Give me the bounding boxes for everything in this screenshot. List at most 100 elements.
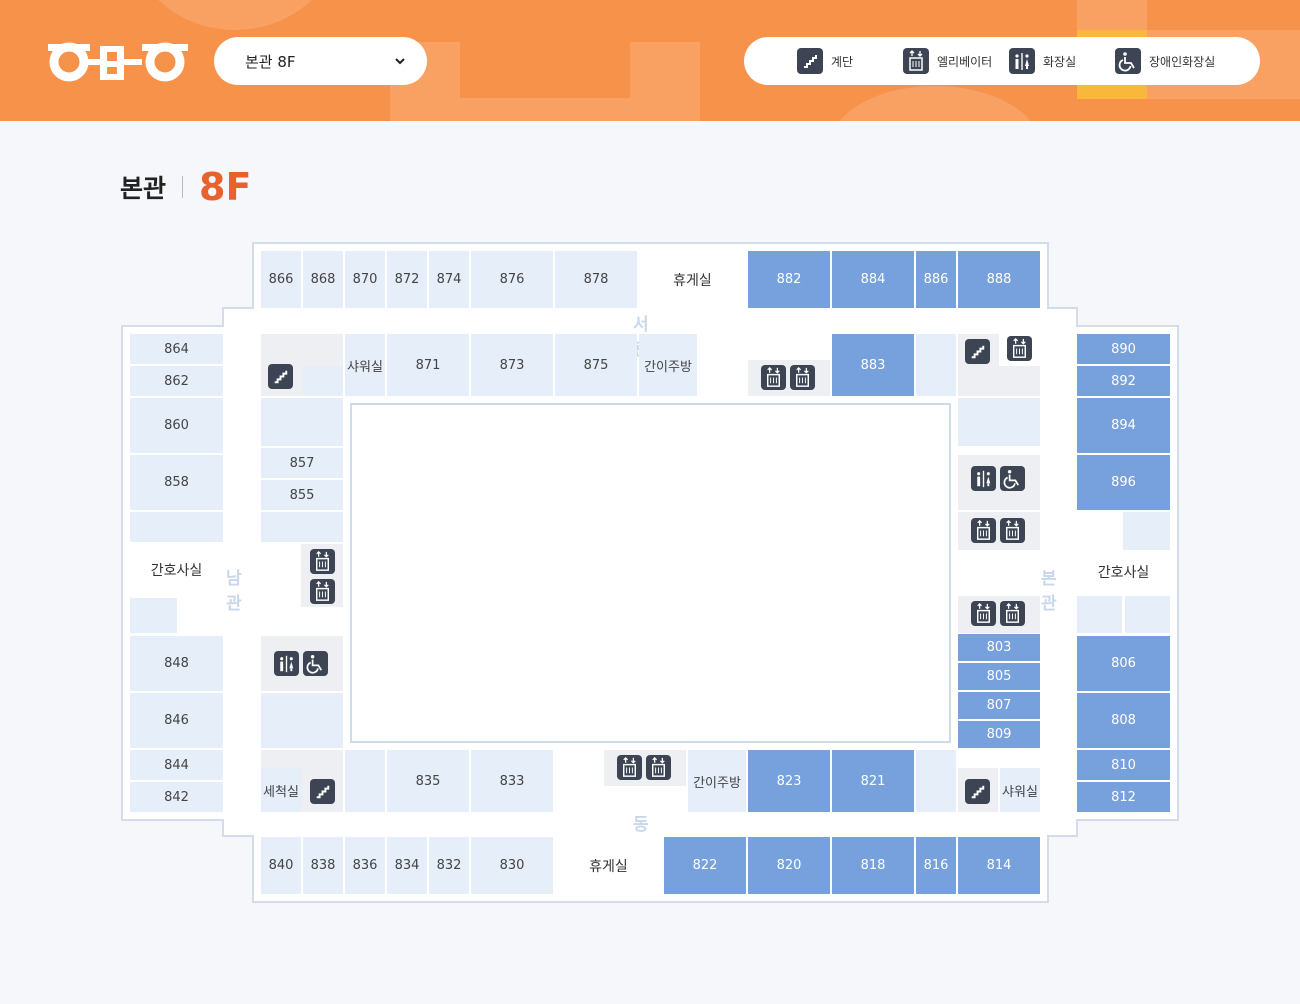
stairs-icon [965,339,990,364]
room-846[interactable]: 846 [130,693,223,748]
room-814[interactable]: 814 [958,837,1040,894]
room-872[interactable]: 872 [387,251,427,308]
wing-label-main: 본관 [1041,569,1057,614]
floor-select[interactable]: 본관 8F [214,37,427,85]
room-unlabeled[interactable] [916,750,956,812]
header-decoration [130,0,340,30]
room-848[interactable]: 848 [130,636,223,691]
lounge-bottom[interactable]: 휴게실 [555,837,662,894]
restroom-icon [274,651,299,676]
stairs-icon [268,364,293,389]
room-834[interactable]: 834 [387,837,427,894]
room-818[interactable]: 818 [832,837,914,894]
shower-room-top[interactable]: 샤워실 [345,334,385,396]
elevator-icon [903,48,929,74]
room-892[interactable]: 892 [1077,366,1170,396]
room-823[interactable]: 823 [748,750,830,812]
lounge-top[interactable]: 휴게실 [639,251,746,308]
room-unlabeled[interactable] [1077,596,1122,633]
room-862[interactable]: 862 [130,366,223,396]
room-816[interactable]: 816 [916,837,956,894]
room-866[interactable]: 866 [261,251,301,308]
elevator-icon [790,365,815,390]
building-name: 본관 [120,174,167,203]
room-858[interactable]: 858 [130,455,223,510]
room-884[interactable]: 884 [832,251,914,308]
room-unlabeled[interactable] [1125,596,1170,633]
room-868[interactable]: 868 [303,251,343,308]
room-805[interactable]: 805 [958,663,1040,690]
elevator-icon [310,549,335,574]
room-838[interactable]: 838 [303,837,343,894]
room-871[interactable]: 871 [387,334,469,396]
room-809[interactable]: 809 [958,721,1040,748]
room-882[interactable]: 882 [748,251,830,308]
room-unlabeled[interactable] [1123,512,1170,550]
room-864[interactable]: 864 [130,334,223,364]
room-870[interactable]: 870 [345,251,385,308]
room-803[interactable]: 803 [958,634,1040,661]
room-890[interactable]: 890 [1077,334,1170,364]
nurse-station-left[interactable]: 간호사실 [130,544,223,596]
room-886[interactable]: 886 [916,251,956,308]
room-896[interactable]: 896 [1077,455,1170,510]
restroom-icon [1009,48,1035,74]
room-unlabeled[interactable] [130,512,223,542]
elevator-icon [1007,336,1032,361]
header-decoration [830,86,1040,121]
kitchenette-top[interactable]: 간이주방 [639,334,697,396]
room-840[interactable]: 840 [261,837,301,894]
room-unlabeled[interactable] [916,334,956,396]
room-807[interactable]: 807 [958,692,1040,719]
room-875[interactable]: 875 [555,334,637,396]
courtyard [350,403,951,743]
room-812[interactable]: 812 [1077,782,1170,812]
logo[interactable] [48,40,190,82]
room-810[interactable]: 810 [1077,750,1170,780]
legend-label: 장애인화장실 [1149,54,1216,69]
legend-accessible-restroom: 장애인화장실 [1115,48,1215,74]
elevator-icon [617,755,642,780]
room-855[interactable]: 855 [261,480,343,510]
room-unlabeled[interactable] [261,512,343,542]
header-decoration [630,42,700,121]
shower-room-bottom[interactable]: 샤워실 [1000,768,1040,812]
nurse-station-right[interactable]: 간호사실 [1077,552,1170,592]
room-857[interactable]: 857 [261,448,343,478]
wing-label-south: 남관 [226,569,242,614]
room-821[interactable]: 821 [832,750,914,812]
room-822[interactable]: 822 [664,837,746,894]
room-844[interactable]: 844 [130,750,223,780]
room-860[interactable]: 860 [130,398,223,453]
room-833[interactable]: 833 [471,750,553,812]
room-832[interactable]: 832 [429,837,469,894]
wash-room[interactable]: 세척실 [261,768,301,812]
room-888[interactable]: 888 [958,251,1040,308]
room-unlabeled[interactable] [345,750,385,812]
accessible-restroom-icon [303,651,328,676]
room-unlabeled[interactable] [130,598,177,633]
elevator-icon [971,518,996,543]
room-835[interactable]: 835 [387,750,469,812]
stairs-icon [797,48,823,74]
room-unlabeled[interactable] [261,693,343,748]
room-842[interactable]: 842 [130,782,223,812]
room-unlabeled[interactable] [303,366,343,396]
room-894[interactable]: 894 [1077,398,1170,453]
room-unlabeled[interactable] [958,398,1040,446]
room-unlabeled[interactable] [261,398,343,446]
room-876[interactable]: 876 [471,251,553,308]
kitchenette-bottom[interactable]: 간이주방 [688,750,746,812]
room-806[interactable]: 806 [1077,636,1170,691]
room-878[interactable]: 878 [555,251,637,308]
stairs-icon [310,779,335,804]
room-830[interactable]: 830 [471,837,553,894]
room-873[interactable]: 873 [471,334,553,396]
legend-restroom: 화장실 [1009,48,1076,74]
elevator-icon [310,579,335,604]
room-808[interactable]: 808 [1077,693,1170,748]
room-874[interactable]: 874 [429,251,469,308]
room-836[interactable]: 836 [345,837,385,894]
room-820[interactable]: 820 [748,837,830,894]
room-883[interactable]: 883 [832,334,914,396]
